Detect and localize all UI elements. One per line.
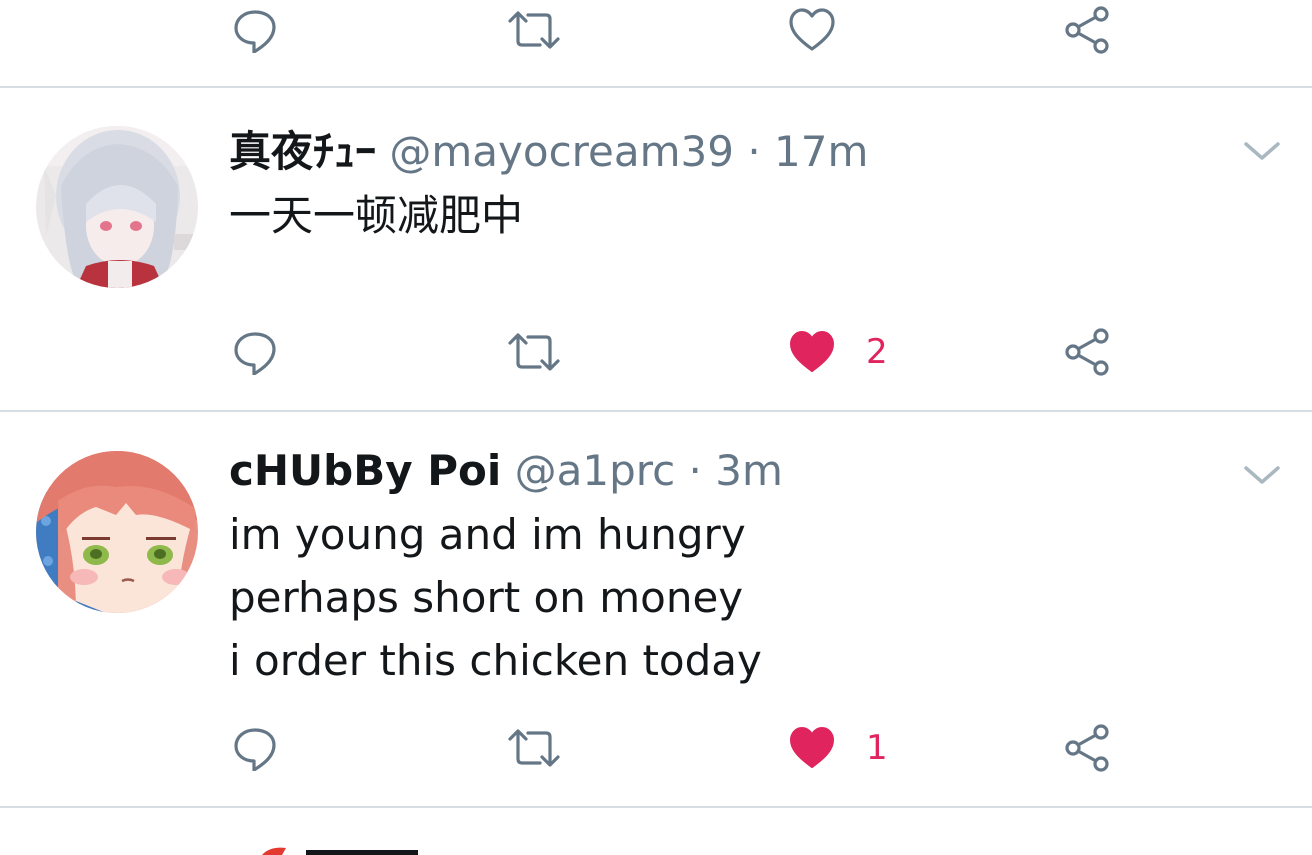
tweet-header: 真夜ﾁｭｰ @mayocream39 · 17m: [229, 124, 868, 180]
separator-dot: ·: [747, 127, 761, 176]
tweet-text: 一天一顿减肥中: [229, 184, 523, 247]
tweet-text-line: perhaps short on money: [229, 573, 744, 622]
timeline: 真夜ﾁｭｰ @mayocream39 · 17m 一天一顿减肥中 2 cHUbB…: [0, 0, 1312, 855]
tweet-text: im young and im hungry perhaps short on …: [229, 503, 762, 692]
tweet-action-bar: 2: [0, 322, 1312, 382]
reply-icon: [232, 725, 278, 771]
tweet[interactable]: 真夜ﾁｭｰ @mayocream39 · 17m 一天一顿减肥中 2: [0, 88, 1312, 410]
tweet-text-line: 一天一顿减肥中: [229, 191, 524, 240]
chevron-down-icon: [1242, 466, 1282, 494]
next-tweet-cropped-name: [306, 850, 418, 855]
next-tweet-cropped-graphic: [262, 847, 286, 855]
user-handle[interactable]: @mayocream39: [389, 127, 734, 176]
retweet-icon: [506, 7, 562, 53]
share-button[interactable]: [1064, 0, 1114, 60]
like-count: 2: [866, 332, 888, 372]
tweet-header: cHUbBy Poi @a1prc · 3m: [229, 443, 783, 499]
tweet-text-line: i order this chicken today: [229, 636, 762, 685]
heart-icon: [788, 329, 836, 375]
share-icon: [1064, 723, 1114, 773]
like-count: 1: [866, 728, 888, 768]
separator-dot: ·: [688, 446, 702, 495]
reply-button[interactable]: [232, 0, 278, 60]
reply-icon: [232, 7, 278, 53]
share-button[interactable]: [1064, 718, 1114, 778]
retweet-button[interactable]: [506, 322, 562, 382]
chevron-down-icon: [1242, 142, 1282, 170]
share-icon: [1064, 5, 1114, 55]
tweet[interactable]: cHUbBy Poi @a1prc · 3m im young and im h…: [0, 412, 1312, 806]
share-button[interactable]: [1064, 322, 1114, 382]
next-tweet-partial[interactable]: [0, 830, 1312, 855]
tweet-action-bar: 1: [0, 718, 1312, 778]
tweet-menu-caret[interactable]: [1242, 460, 1282, 490]
user-handle[interactable]: @a1prc: [515, 446, 676, 495]
timestamp[interactable]: 3m: [715, 446, 783, 495]
reply-button[interactable]: [232, 718, 278, 778]
reply-button[interactable]: [232, 322, 278, 382]
like-button[interactable]: [788, 0, 866, 60]
retweet-icon: [506, 329, 562, 375]
display-name[interactable]: cHUbBy Poi: [229, 446, 501, 495]
previous-tweet-action-bar: [0, 0, 1312, 60]
tweet-menu-caret[interactable]: [1242, 136, 1282, 166]
avatar[interactable]: [36, 126, 198, 288]
retweet-button[interactable]: [506, 0, 562, 60]
like-button[interactable]: 2: [788, 322, 888, 382]
like-button[interactable]: 1: [788, 718, 888, 778]
reply-icon: [232, 329, 278, 375]
heart-icon: [788, 725, 836, 771]
retweet-icon: [506, 725, 562, 771]
display-name[interactable]: 真夜ﾁｭｰ: [229, 127, 376, 176]
avatar[interactable]: [36, 451, 198, 613]
timestamp[interactable]: 17m: [774, 127, 868, 176]
retweet-button[interactable]: [506, 718, 562, 778]
share-icon: [1064, 327, 1114, 377]
tweet-text-line: im young and im hungry: [229, 510, 746, 559]
tweet-divider: [0, 806, 1312, 808]
heart-icon: [788, 7, 836, 53]
